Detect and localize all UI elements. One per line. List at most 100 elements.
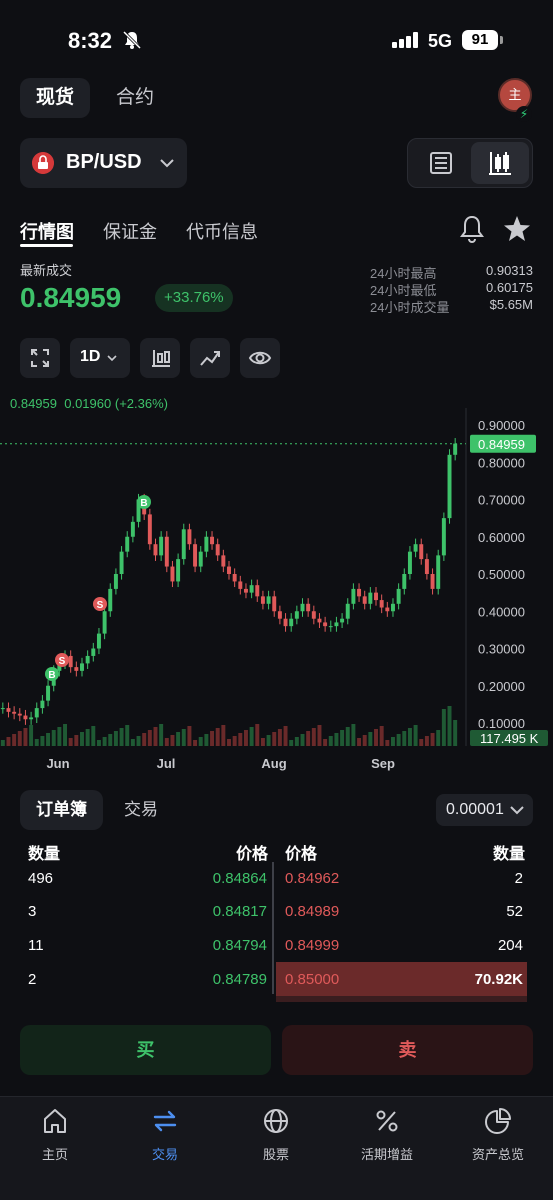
volume-label: 117.495 K	[480, 731, 539, 746]
battery-tip	[500, 36, 503, 44]
drawing-button[interactable]	[190, 338, 230, 378]
globe-icon	[264, 1109, 288, 1133]
bid-price[interactable]: 0.84817	[213, 903, 267, 920]
candle-body	[40, 700, 45, 709]
candle-body	[311, 611, 316, 619]
tab-spot[interactable]: 现货	[20, 78, 91, 118]
volume-bar	[396, 734, 401, 746]
candle-body	[187, 529, 192, 545]
ask-price[interactable]: 0.85000	[285, 971, 339, 988]
volume-bar	[323, 739, 328, 746]
ask-qty: 2	[514, 870, 523, 887]
status-time: 8:32	[68, 28, 113, 53]
star-icon[interactable]	[502, 214, 532, 244]
volume-bar	[385, 740, 390, 746]
volume-bar	[215, 728, 220, 746]
volume-bar	[159, 724, 164, 746]
candle-body	[368, 592, 373, 604]
candle-body	[272, 596, 277, 612]
volume-bar	[198, 737, 203, 746]
bolt-icon: ⚡	[516, 106, 532, 122]
nav-home[interactable]: 主页	[0, 1106, 110, 1163]
volume-bar	[260, 738, 265, 746]
candle-body	[153, 544, 158, 556]
volume-bar	[390, 737, 395, 746]
newspaper-icon	[430, 152, 452, 174]
y-tick-label: 0.90000	[478, 418, 525, 433]
battery-indicator: 91	[462, 30, 498, 50]
pie-chart-icon	[485, 1108, 511, 1134]
volume-bar	[277, 729, 282, 746]
candle-body	[385, 607, 390, 612]
volume-bar	[272, 732, 277, 746]
volume-bar	[368, 732, 373, 746]
nav-flexible-earn[interactable]: 活期增益	[332, 1106, 442, 1163]
ask-price[interactable]: 0.84989	[285, 903, 339, 920]
buy-button[interactable]: 买	[20, 1025, 271, 1075]
fullscreen-button[interactable]	[20, 338, 60, 378]
volume-bar	[289, 740, 294, 746]
y-tick-label: 0.40000	[478, 604, 525, 619]
volume-bar	[57, 727, 62, 746]
bid-price[interactable]: 0.84794	[213, 937, 267, 954]
nav-assets[interactable]: 资产总览	[443, 1106, 553, 1163]
bid-price[interactable]: 0.84789	[213, 971, 267, 988]
candle-body	[430, 574, 435, 589]
visibility-button[interactable]	[240, 338, 280, 378]
y-tick-label: 0.50000	[478, 567, 525, 582]
volume-bar	[430, 733, 435, 746]
ask-price[interactable]: 0.84962	[285, 870, 339, 887]
volume-bar	[424, 736, 429, 746]
candle-body	[283, 618, 288, 627]
signal-icon	[392, 32, 418, 48]
marker-label: B	[48, 670, 55, 681]
stat-value-volume: $5.65M	[489, 297, 533, 312]
volume-bar	[51, 730, 56, 746]
volume-bar	[362, 735, 367, 746]
trend-icon	[200, 351, 220, 366]
tab-contract[interactable]: 合约	[100, 78, 170, 118]
volume-bar	[311, 728, 316, 746]
nav-label: 交易	[151, 1147, 178, 1162]
volume-bar	[255, 724, 260, 746]
volume-bar	[334, 733, 339, 746]
indicators-button[interactable]	[140, 338, 180, 378]
volume-bar	[108, 734, 113, 746]
candle-body	[243, 588, 248, 593]
price-chart[interactable]: 0.90000 0.80000 0.70000 0.60000 0.50000 0.400…	[0, 408, 553, 778]
volume-bar	[407, 728, 412, 746]
candle-body	[102, 611, 107, 634]
chart-view-button[interactable]	[471, 142, 529, 184]
header-bid-price: 价格	[236, 846, 269, 863]
news-view-button[interactable]	[411, 142, 469, 184]
percent-icon	[376, 1110, 398, 1132]
candle-body	[345, 603, 350, 619]
volume-bar	[306, 731, 311, 746]
candle-body	[91, 648, 96, 656]
expand-icon	[31, 349, 49, 367]
tab-market-chart[interactable]: 行情图	[20, 218, 74, 244]
network-type: 5G	[428, 31, 453, 51]
tab-margin[interactable]: 保证金	[103, 218, 157, 244]
sell-button[interactable]: 卖	[282, 1025, 533, 1075]
pair-name: BP/USD	[66, 151, 142, 173]
candle-body	[334, 622, 339, 627]
tab-order-book[interactable]: 订单簿	[20, 790, 103, 830]
candle-body	[176, 559, 181, 582]
volume-bar	[63, 724, 68, 746]
volume-bar	[374, 729, 378, 746]
nav-stocks[interactable]: 股票	[221, 1106, 331, 1163]
tab-trades[interactable]: 交易	[108, 790, 174, 830]
volume-bar	[91, 726, 96, 746]
bid-price[interactable]: 0.84864	[213, 870, 267, 887]
nav-trade[interactable]: 交易	[110, 1106, 220, 1163]
candle-body	[68, 655, 73, 668]
bell-icon[interactable]	[458, 214, 486, 244]
volume-bar	[153, 727, 158, 746]
candle-body	[351, 588, 356, 604]
volume-bar	[74, 735, 79, 746]
tab-token-info[interactable]: 代币信息	[186, 218, 258, 244]
candle-body	[424, 559, 429, 574]
volume-bar	[232, 736, 237, 746]
ask-price[interactable]: 0.84999	[285, 937, 339, 954]
